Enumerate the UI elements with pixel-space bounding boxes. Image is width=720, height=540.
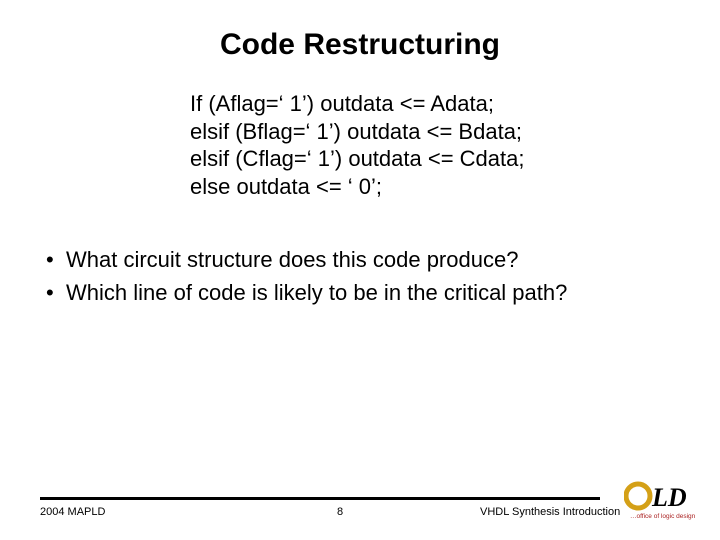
footer-row: 2004 MAPLD 8 VHDL Synthesis Introduction bbox=[0, 506, 720, 518]
footer-page-number: 8 bbox=[240, 506, 440, 518]
bullet-text: What circuit structure does this code pr… bbox=[66, 246, 680, 275]
footer-left: 2004 MAPLD bbox=[40, 506, 240, 518]
code-line-4: else outdata <= ‘ 0’; bbox=[190, 173, 680, 201]
code-block: If (Aflag=‘ 1’) outdata <= Adata; elsif … bbox=[190, 90, 680, 200]
old-logo: LD …office of logic design bbox=[624, 480, 702, 522]
code-line-1: If (Aflag=‘ 1’) outdata <= Adata; bbox=[190, 90, 680, 118]
code-line-3: elsif (Cflag=‘ 1’) outdata <= Cdata; bbox=[190, 145, 680, 173]
logo-text: LD bbox=[651, 483, 687, 512]
logo-tagline: …office of logic design bbox=[630, 513, 696, 520]
slide: Code Restructuring If (Aflag=‘ 1’) outda… bbox=[0, 0, 720, 540]
bullet-item: • What circuit structure does this code … bbox=[46, 246, 680, 275]
bullet-text: Which line of code is likely to be in th… bbox=[66, 279, 680, 308]
footer-rule-wrap bbox=[0, 497, 720, 506]
footer-rule bbox=[40, 497, 600, 500]
footer: 2004 MAPLD 8 VHDL Synthesis Introduction bbox=[0, 497, 720, 518]
old-logo-icon: LD …office of logic design bbox=[624, 480, 702, 522]
bullet-list: • What circuit structure does this code … bbox=[46, 246, 680, 307]
bullet-item: • Which line of code is likely to be in … bbox=[46, 279, 680, 308]
bullet-dot-icon: • bbox=[46, 279, 66, 308]
page-title: Code Restructuring bbox=[40, 28, 680, 62]
bullet-dot-icon: • bbox=[46, 246, 66, 275]
code-line-2: elsif (Bflag=‘ 1’) outdata <= Bdata; bbox=[190, 118, 680, 146]
